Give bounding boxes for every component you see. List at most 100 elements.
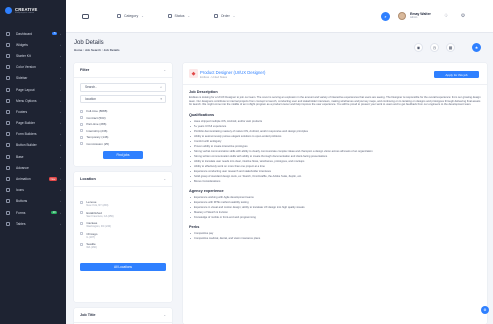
sidebar-badge: 10 [51,210,57,215]
checkbox[interactable] [80,122,84,126]
sidebar-item-advance[interactable]: Advance › [0,162,66,173]
all-locations-button[interactable]: All Locations [80,262,166,271]
sidebar-item-starter-kit[interactable]: Starter Kit › [0,50,66,61]
sidebar: CREATIVE Multipurpose admin Dashboard 5 › W… [0,0,66,324]
chevron-right-icon: › [60,121,61,126]
eye-icon[interactable]: ◉ [414,43,423,52]
notification-icon[interactable]: ♢ [442,12,450,20]
topbar-filter-order[interactable]: Order ⌄ [213,14,235,18]
checkbox[interactable] [80,109,84,113]
checkbox[interactable] [80,211,84,215]
apply-button[interactable]: Apply for this job [434,71,479,78]
filter-icon [213,14,218,18]
chevron-down-icon[interactable]: ⌄ [163,313,166,317]
chevron-right-icon: › [60,87,61,92]
option-label: Temporary (146) [86,135,109,140]
menu-item-icon [6,87,10,92]
sidebar-item-buttons[interactable]: Buttons › [0,196,66,207]
sidebar-badge: New [49,177,57,181]
filter-icon [117,14,121,18]
crumb-home[interactable]: Home [74,48,82,52]
sidebar-item-color-version[interactable]: Color Version › [0,62,66,73]
menu-item-icon [6,65,10,70]
star-icon[interactable]: ★ [472,43,481,52]
user-info[interactable]: Emay Walter Admin [410,12,431,19]
topbar-filter-status[interactable]: Status ⌄ [167,14,190,18]
topbar: Category ⌄ Status ⌄ Order ⌄ ⌕ Emay Walter Adm… [66,0,493,33]
description-text: Endless is looking for a UI/UX Designer … [189,96,481,106]
sidebar-item-animation[interactable]: Animation New › [0,173,66,184]
checkbox[interactable] [80,116,84,120]
sidebar-item-form-builders[interactable]: Form Builders › [0,129,66,140]
clock-icon[interactable]: ◷ [430,43,439,52]
location-option[interactable]: Lenoue New York, NY (260) [80,200,172,211]
sidebar-item-sidebar[interactable]: Sidebar › [0,73,66,84]
location-option[interactable]: Seattle WA (160) [80,242,172,253]
sidebar-item-widgets[interactable]: Widgets › [0,39,66,50]
topbar-filter-category[interactable]: Category ⌄ [117,14,144,18]
location-option[interactable]: Cacleas Washington, DC (240) [80,221,172,232]
sidebar-item-forms[interactable]: Forms 10 › [0,207,66,218]
sidebar-badge: 5 [52,31,57,36]
menu-item-icon [6,132,10,137]
sidebar-item-tables[interactable]: Tables › [0,218,66,229]
checkbox[interactable] [80,242,84,246]
search-icon[interactable]: ⌕ [381,11,390,21]
settings-icon[interactable]: ⚙ [459,12,467,20]
job-title[interactable]: Product Designer (UI/UX Designer) [200,70,265,75]
sidebar-item-footers[interactable]: Footers › [0,106,66,117]
filter-label: Order [220,14,230,18]
chevron-right-icon: › [60,199,61,204]
menu-item-icon [6,31,10,36]
sidebar-item-dashboard[interactable]: Dashboard 5 › [0,28,66,39]
sidebar-item-label: Starter Kit [16,53,31,58]
filter-card-header[interactable]: Filter ⌄ [74,63,172,78]
location-card-header[interactable]: Location ⌄ [74,172,172,187]
sidebar-item-page-layout[interactable]: Page Layout › [0,84,66,95]
chevron-right-icon: › [60,31,61,36]
location-option[interactable]: Established San Francisco, CA (256) [80,211,172,222]
logo-icon [5,6,12,14]
chevron-right-icon: › [60,76,61,81]
sidebar-item-base[interactable]: Base › [0,151,66,162]
grid-icon[interactable]: ▦ [446,43,455,52]
search-input[interactable]: Search.. ⌕ [80,83,166,92]
user-role: Admin [410,16,418,19]
checkbox[interactable] [80,142,84,146]
option-label: Full-time (8688) [86,109,108,114]
chevron-right-icon: › [60,188,61,193]
checkbox[interactable] [80,232,84,236]
chevron-right-icon: › [60,109,61,114]
find-jobs-button[interactable]: Find jobs [103,151,143,159]
chevron-down-icon[interactable]: ⌄ [163,68,166,72]
avatar[interactable] [398,12,406,20]
checkbox[interactable] [80,221,84,225]
logo[interactable]: CREATIVE Multipurpose admin [0,0,66,20]
menu-item-icon [6,109,10,114]
chevron-down-icon[interactable]: ⌄ [163,177,166,181]
perks-heading: Perks [189,224,200,229]
sidebar-item-icons[interactable]: Icons › [0,185,66,196]
chevron-right-icon: › [60,42,61,47]
job-type-options: Full-time (8688) Contract (503) Part-time … [74,108,172,147]
location-option[interactable]: Chicago IL (187) [80,232,172,243]
sidebar-item-label: Buttons [16,199,28,204]
location-title: Location [80,177,96,181]
checkbox[interactable] [80,200,84,204]
sidebar-item-button-builder[interactable]: Button Builder › [0,140,66,151]
location-input[interactable]: location ⌖ [80,94,166,103]
chevron-right-icon: › [60,154,61,159]
chevron-right-icon: › [60,132,61,137]
sidebar-item-menu-options[interactable]: Menu Options › [0,95,66,106]
checkbox[interactable] [80,129,84,133]
sidebar-item-page-builder[interactable]: Page Builder › [0,118,66,129]
qualifications-heading: Qualifications [189,112,215,117]
menu-toggle-icon[interactable] [82,13,89,19]
sidebar-item-label: Page Builder [16,121,35,126]
menu-item-icon [6,143,10,148]
settings-fab-icon[interactable]: ⚙ [481,306,489,314]
crumb-job-search[interactable]: Job Search [85,48,101,52]
crumb-job-details: Job Details [103,48,120,52]
checkbox[interactable] [80,135,84,139]
job-title-card-header[interactable]: Job Title ⌄ [74,308,172,323]
